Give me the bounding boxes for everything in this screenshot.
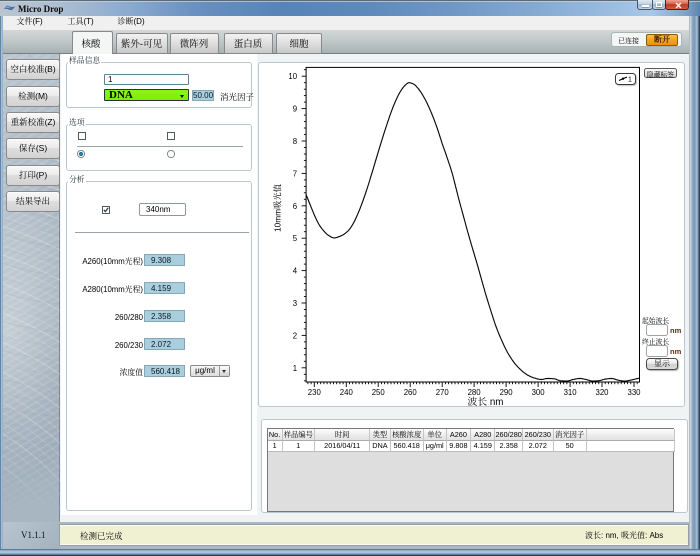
svg-text:5: 5 bbox=[292, 234, 297, 243]
svg-text:260: 260 bbox=[403, 388, 417, 397]
svg-text:310: 310 bbox=[563, 388, 577, 397]
svg-text:7: 7 bbox=[292, 169, 296, 178]
svg-text:270: 270 bbox=[435, 388, 449, 397]
svg-text:4: 4 bbox=[292, 267, 297, 276]
svg-text:10: 10 bbox=[288, 72, 297, 81]
svg-text:波长 nm: 波长 nm bbox=[467, 394, 503, 407]
svg-text:320: 320 bbox=[595, 388, 609, 397]
svg-text:300: 300 bbox=[531, 388, 545, 397]
svg-text:6: 6 bbox=[292, 202, 296, 211]
svg-text:330: 330 bbox=[627, 388, 641, 397]
svg-text:1: 1 bbox=[292, 364, 296, 373]
svg-text:10mm吸光值: 10mm吸光值 bbox=[271, 183, 283, 232]
svg-text:1: 1 bbox=[628, 77, 632, 84]
svg-text:2: 2 bbox=[292, 331, 296, 340]
svg-text:3: 3 bbox=[292, 299, 296, 308]
svg-text:250: 250 bbox=[371, 388, 385, 397]
svg-text:8: 8 bbox=[292, 137, 296, 146]
svg-text:9: 9 bbox=[292, 105, 296, 114]
svg-text:240: 240 bbox=[339, 388, 353, 397]
svg-text:230: 230 bbox=[307, 388, 321, 397]
